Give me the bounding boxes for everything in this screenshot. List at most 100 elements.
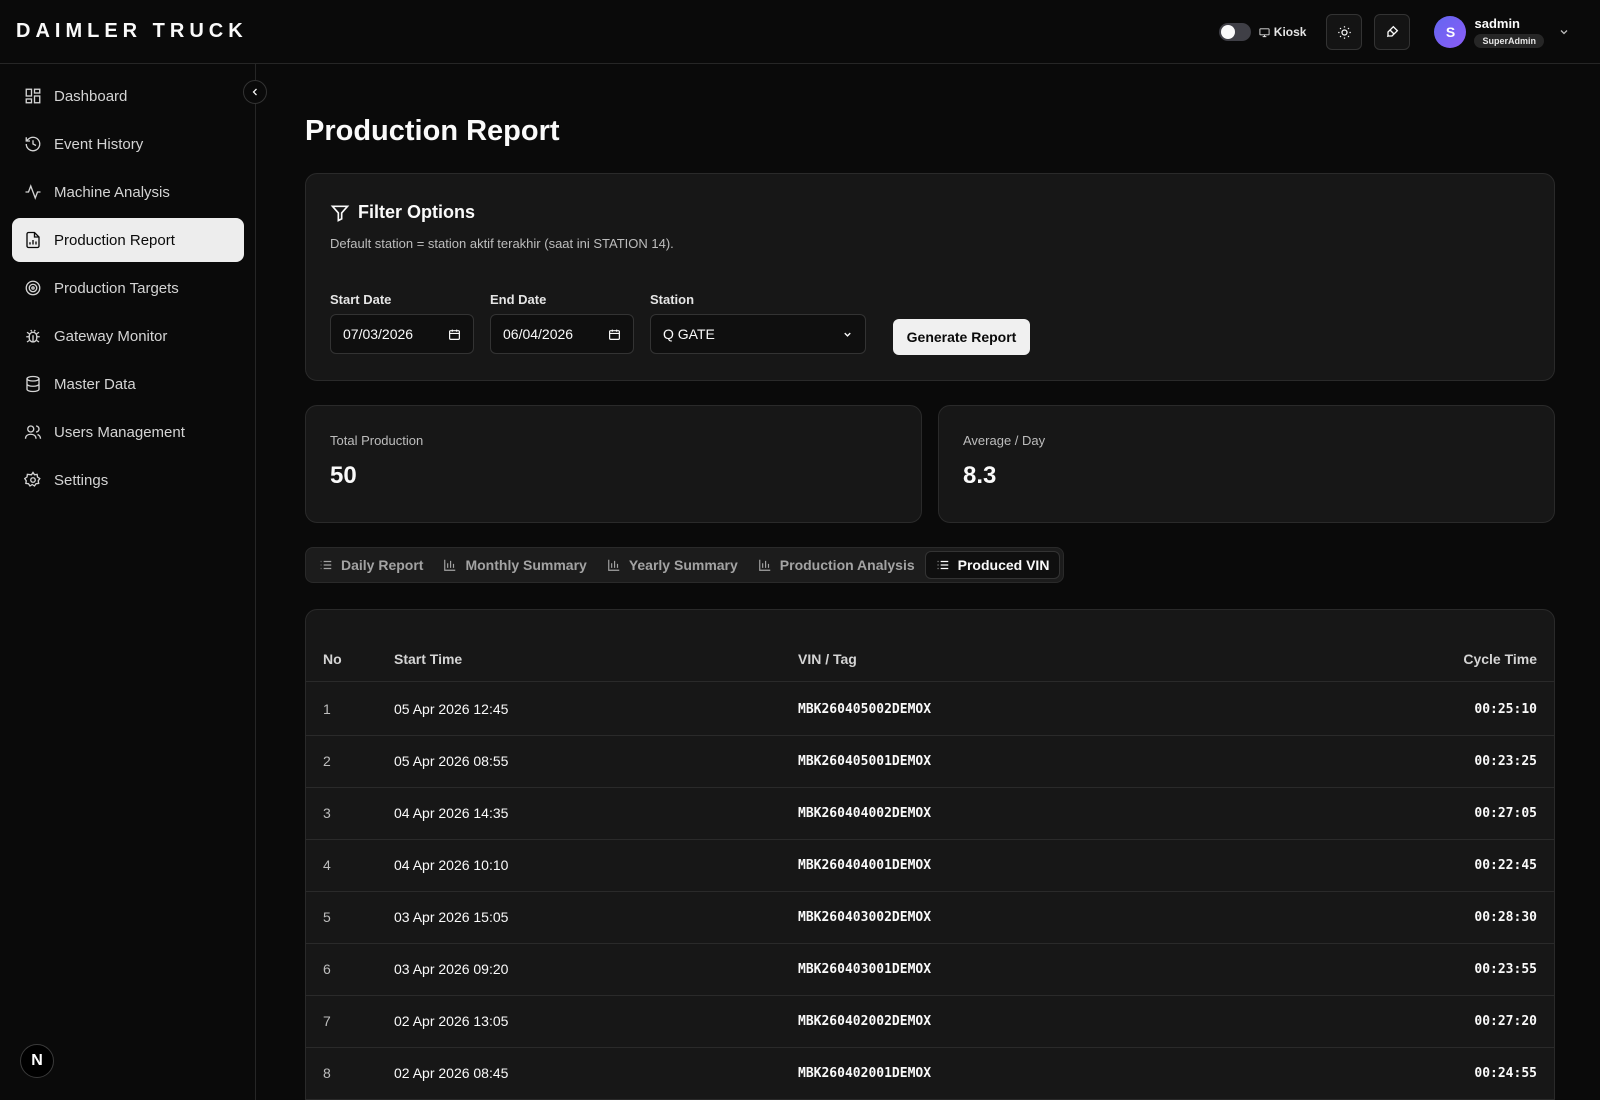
- bug-icon: [26, 329, 40, 343]
- kiosk-label-group: Kiosk: [1259, 25, 1306, 39]
- start-date-input[interactable]: 07/03/2026: [330, 314, 474, 354]
- table-row[interactable]: 3 04 Apr 2026 14:35 MBK260404002DEMOX 00:27…: [306, 787, 1554, 840]
- row-start-time: 02 Apr 2026 08:45: [394, 1065, 509, 1081]
- sidebar-item-production-report[interactable]: Production Report: [12, 218, 244, 262]
- users-icon: [24, 425, 42, 439]
- tab-label: Daily Report: [341, 557, 424, 573]
- tab-monthly-summary[interactable]: Monthly Summary: [433, 551, 596, 579]
- row-cycle-time: 00:28:30: [1474, 909, 1537, 925]
- station-label: Station: [650, 292, 695, 307]
- tab-label: Produced VIN: [957, 557, 1050, 573]
- table-row[interactable]: 7 02 Apr 2026 13:05 MBK260402002DEMOX 00:27…: [306, 995, 1554, 1048]
- table-row[interactable]: 6 03 Apr 2026 09:20 MBK260403001DEMOX 00:23…: [306, 943, 1554, 996]
- bar-chart-icon: [758, 559, 771, 571]
- sidebar-item-label: Production Targets: [54, 279, 179, 297]
- header-vin[interactable]: VIN / Tag: [798, 651, 857, 667]
- theme-toggle-button[interactable]: [1326, 14, 1363, 50]
- framework-logo[interactable]: N: [20, 1044, 54, 1078]
- sidebar-item-label: Machine Analysis: [54, 183, 170, 201]
- target-icon: [25, 280, 41, 296]
- station-select[interactable]: Q GATE: [650, 314, 866, 354]
- table-row[interactable]: 2 05 Apr 2026 08:55 MBK260405001DEMOX 00:23…: [306, 735, 1554, 788]
- sidebar-item-label: Dashboard: [54, 87, 128, 105]
- sidebar-item-production-targets[interactable]: Production Targets: [12, 266, 244, 310]
- bar-chart-icon: [607, 559, 620, 571]
- row-no: 3: [323, 805, 331, 821]
- row-no: 6: [323, 961, 331, 977]
- sidebar-item-label: Settings: [54, 471, 109, 489]
- tab-yearly-summary[interactable]: Yearly Summary: [597, 551, 748, 579]
- header-no[interactable]: No: [323, 651, 342, 667]
- clear-cache-button[interactable]: [1374, 14, 1411, 50]
- row-start-time: 04 Apr 2026 10:10: [394, 857, 509, 873]
- row-cycle-time: 00:23:25: [1474, 753, 1537, 769]
- row-cycle-time: 00:23:55: [1474, 961, 1537, 977]
- generate-report-button[interactable]: Generate Report: [893, 319, 1030, 355]
- sidebar-item-label: Event History: [54, 135, 144, 153]
- calendar-icon: [609, 329, 620, 340]
- tab-label: Production Analysis: [779, 557, 915, 573]
- sidebar-item-label: Gateway Monitor: [54, 327, 168, 345]
- gear-icon: [24, 471, 41, 487]
- sidebar-item-dashboard[interactable]: Dashboard: [12, 74, 244, 118]
- header-cycle-time[interactable]: Cycle Time: [1463, 651, 1537, 667]
- avatar: S: [1434, 16, 1467, 48]
- row-start-time: 05 Apr 2026 12:45: [394, 701, 509, 717]
- user-menu[interactable]: S sadmin SuperAdmin: [1434, 16, 1570, 49]
- sidebar-item-machine-analysis[interactable]: Machine Analysis: [12, 170, 244, 214]
- row-vin: MBK260404002DEMOX: [798, 805, 932, 821]
- sidebar-item-gateway-monitor[interactable]: Gateway Monitor: [12, 314, 244, 358]
- row-vin: MBK260405002DEMOX: [798, 701, 932, 717]
- average-day-value: 8.3: [963, 462, 997, 489]
- row-cycle-time: 00:27:20: [1474, 1013, 1537, 1029]
- brand-logo: DAIMLER TRUCK: [16, 20, 248, 42]
- header-start-time[interactable]: Start Time: [394, 651, 462, 667]
- filter-card: Filter Options Default station = station…: [305, 173, 1555, 381]
- row-cycle-time: 00:25:10: [1474, 701, 1537, 717]
- row-no: 8: [323, 1065, 331, 1081]
- row-no: 4: [323, 857, 331, 873]
- row-cycle-time: 00:24:55: [1474, 1065, 1537, 1081]
- average-day-card: Average / Day 8.3: [938, 405, 1555, 523]
- filter-title: Filter Options: [358, 202, 475, 222]
- tab-daily-report[interactable]: Daily Report: [309, 551, 433, 579]
- row-start-time: 05 Apr 2026 08:55: [394, 753, 509, 769]
- total-production-card: Total Production 50: [305, 405, 922, 523]
- kiosk-toggle[interactable]: [1218, 23, 1251, 41]
- table-row[interactable]: 8 02 Apr 2026 08:45 MBK260402001DEMOX 00:24…: [306, 1047, 1554, 1100]
- row-no: 2: [323, 753, 331, 769]
- start-date-label: Start Date: [330, 292, 392, 307]
- table-row[interactable]: 5 03 Apr 2026 15:05 MBK260403002DEMOX 00:28…: [306, 891, 1554, 944]
- sidebar-item-master-data[interactable]: Master Data: [12, 362, 244, 406]
- chevron-down-icon: [1560, 30, 1568, 35]
- sidebar-item-settings[interactable]: Settings: [12, 458, 244, 502]
- monitor-icon: [1259, 27, 1270, 37]
- row-start-time: 03 Apr 2026 15:05: [394, 909, 509, 925]
- sidebar-collapse-button[interactable]: [243, 80, 267, 104]
- sidebar: Dashboard Event History Machine Analysis…: [0, 64, 267, 1100]
- list-icon: [320, 560, 332, 570]
- total-production-label: Total Production: [330, 433, 424, 448]
- sidebar-item-event-history[interactable]: Event History: [12, 122, 244, 166]
- chevron-left-icon: [252, 88, 257, 96]
- filter-description: Default station = station aktif terakhir…: [330, 236, 674, 251]
- row-cycle-time: 00:22:45: [1474, 857, 1537, 873]
- page-title: Production Report: [305, 115, 560, 147]
- sidebar-item-users-management[interactable]: Users Management: [12, 410, 244, 454]
- activity-icon: [25, 184, 41, 200]
- filter-icon: [330, 205, 350, 222]
- tab-production-analysis[interactable]: Production Analysis: [748, 551, 925, 579]
- end-date-input[interactable]: 06/04/2026: [490, 314, 634, 354]
- database-icon: [26, 375, 40, 393]
- row-no: 7: [323, 1013, 331, 1029]
- end-date-label: End Date: [490, 292, 547, 307]
- end-date-value: 06/04/2026: [503, 326, 574, 342]
- table-row[interactable]: 1 05 Apr 2026 12:45 MBK260405002DEMOX 00:25…: [306, 683, 1554, 736]
- report-icon: [26, 231, 40, 249]
- tab-produced-vin[interactable]: Produced VIN: [924, 551, 1061, 579]
- tab-label: Yearly Summary: [628, 557, 738, 573]
- filter-title-group: Filter Options: [330, 202, 475, 223]
- report-tabs: Daily Report Monthly Summary Yearly Summ…: [305, 547, 1065, 583]
- table-row[interactable]: 4 04 Apr 2026 10:10 MBK260404001DEMOX 00:22…: [306, 839, 1554, 892]
- user-name: sadmin: [1474, 15, 1520, 31]
